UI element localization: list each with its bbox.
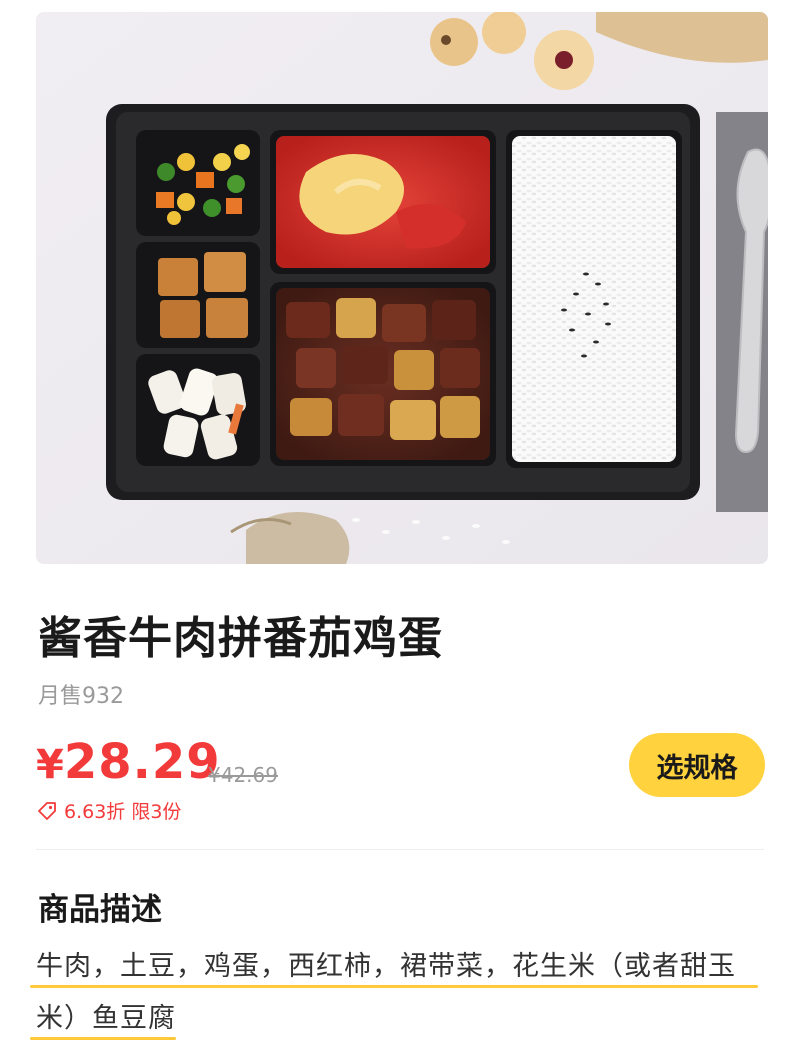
price-amount: 28.29 bbox=[63, 734, 221, 790]
discount-text: 6.63折 限3份 bbox=[64, 801, 182, 823]
highlight-underline bbox=[30, 1037, 176, 1040]
current-price: ¥28.29 bbox=[36, 734, 221, 790]
select-spec-button[interactable]: 选规格 bbox=[629, 733, 765, 797]
description-heading: 商品描述 bbox=[38, 892, 162, 928]
highlight-underline bbox=[30, 985, 758, 988]
description-line: 牛肉，土豆，鸡蛋，西红柿，裙带菜，花生米（或者甜玉 bbox=[36, 951, 736, 982]
currency-symbol: ¥ bbox=[36, 742, 64, 788]
monthly-sales: 月售932 bbox=[38, 684, 124, 709]
product-photo bbox=[0, 0, 800, 590]
price-tag-icon bbox=[36, 800, 58, 822]
product-title: 酱香牛肉拼番茄鸡蛋 bbox=[38, 613, 443, 664]
original-price: ¥42.69 bbox=[208, 763, 278, 787]
discount-info: 6.63折 限3份 bbox=[36, 797, 181, 824]
description-line: 米）鱼豆腐 bbox=[36, 1003, 176, 1034]
divider bbox=[36, 849, 764, 850]
